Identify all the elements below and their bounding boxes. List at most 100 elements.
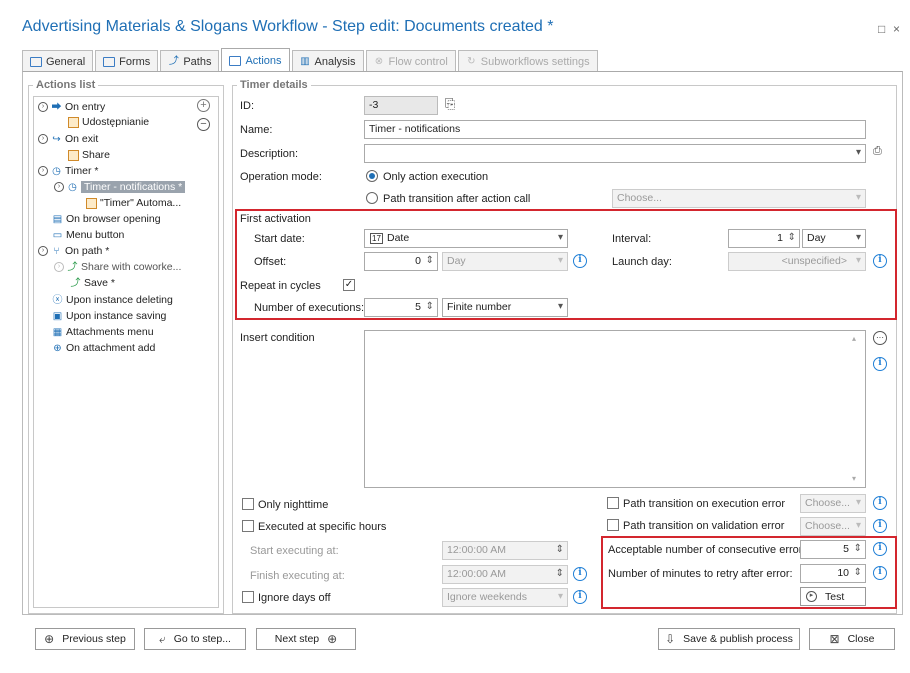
next-step-button[interactable]: Next step ⊕ (256, 628, 356, 650)
scroll-down-icon[interactable]: ▾ (852, 474, 856, 483)
tree-item-save[interactable]: ⤴ Save * (70, 277, 115, 289)
maximize-button[interactable]: □ (878, 22, 885, 36)
path-exec-error-checkbox[interactable] (607, 497, 619, 509)
previous-step-button[interactable]: ⊕ Previous step (35, 628, 135, 650)
mode-only-action-radio[interactable] (366, 170, 378, 182)
translate-icon[interactable]: ⎙ (873, 145, 882, 158)
retry-minutes-info-icon[interactable]: i (873, 566, 887, 580)
interval-input[interactable]: 1 (728, 229, 800, 248)
tree-item-on-path[interactable]: › ⑂ On path * (38, 245, 109, 257)
action-icon (86, 197, 97, 209)
tree-item-share-with-coworkers[interactable]: › ⤴ Share with coworke... (54, 261, 181, 273)
goto-icon: ⤶ (159, 631, 166, 646)
tab-paths[interactable]: ⤴ Paths (160, 50, 220, 72)
specific-hours-label: Executed at specific hours (258, 521, 387, 533)
tree-item-on-entry[interactable]: › ⮕ On entry (38, 101, 105, 113)
name-field[interactable]: Timer - notifications (364, 120, 866, 139)
tree-item-on-browser-opening[interactable]: ▤ On browser opening (52, 213, 161, 225)
tab-flow-control[interactable]: ⊗ Flow control (365, 50, 456, 72)
retry-minutes-input[interactable]: 10 (800, 564, 866, 583)
scroll-up-icon[interactable]: ▴ (852, 334, 856, 343)
condition-info-icon[interactable]: i (873, 357, 887, 371)
test-button[interactable]: ▸ Test (800, 587, 866, 606)
tree-item-attachments-menu[interactable]: ▦ Attachments menu (52, 326, 154, 338)
add-action-button[interactable]: + (197, 99, 210, 112)
ignore-days-off-checkbox[interactable] (242, 591, 254, 603)
actions-tree: › ⮕ On entry Udostępnianie › ↪ On exit Share… (33, 96, 219, 608)
path-validation-error-label: Path transition on validation error (623, 520, 785, 532)
tab-forms[interactable]: Forms (95, 50, 159, 72)
copy-id-icon[interactable]: ⎘ (445, 96, 455, 112)
validation-error-info-icon[interactable]: i (873, 519, 887, 533)
finish-executing-input[interactable]: 12:00:00 AM (442, 565, 568, 584)
start-executing-input[interactable]: 12:00:00 AM (442, 541, 568, 560)
actions-icon (229, 55, 242, 66)
operation-mode-label: Operation mode: (240, 171, 322, 183)
offset-info-icon[interactable]: i (573, 254, 587, 268)
finish-executing-label: Finish executing at: (250, 570, 345, 582)
mode-path-transition-radio[interactable] (366, 192, 378, 204)
tree-item-upon-instance-saving[interactable]: ▣ Upon instance saving (52, 310, 167, 322)
start-date-select[interactable]: 17 Date (364, 229, 568, 248)
id-field: -3 (364, 96, 438, 115)
previous-icon: ⊕ (44, 632, 55, 646)
description-field[interactable] (364, 144, 866, 163)
start-executing-label: Start executing at: (250, 545, 339, 557)
ignore-days-off-label: Ignore days off (258, 592, 331, 604)
path-validation-error-checkbox[interactable] (607, 519, 619, 531)
hours-info-icon[interactable]: i (573, 567, 587, 581)
go-to-step-button[interactable]: ⤶ Go to step... (144, 628, 246, 650)
mode-path-transition-label: Path transition after action call (383, 193, 531, 205)
tree-item-timer[interactable]: › ◷ Timer * (38, 165, 98, 177)
close-window-button[interactable]: × (893, 22, 900, 36)
action-icon (68, 116, 79, 128)
tree-item-udostepnianie[interactable]: Udostępnianie (68, 116, 149, 128)
ignore-weekends-select[interactable]: Ignore weekends (442, 588, 568, 607)
tab-general[interactable]: General (22, 50, 94, 72)
attachment-add-icon: ⊕ (53, 342, 62, 354)
close-button[interactable]: ⊠ Close (809, 628, 895, 650)
only-nighttime-checkbox[interactable] (242, 498, 254, 510)
more-options-icon[interactable]: ··· (873, 331, 887, 345)
tree-item-timer-notifications[interactable]: › ◷ Timer - notifications * (54, 181, 186, 193)
tree-item-on-exit[interactable]: › ↪ On exit (38, 133, 98, 145)
days-off-info-icon[interactable]: i (573, 590, 587, 604)
exit-icon: ↪ (52, 133, 61, 145)
launch-day-info-icon[interactable]: i (873, 254, 887, 268)
mode-only-action-label: Only action execution (383, 171, 489, 183)
play-icon: ▸ (806, 591, 817, 602)
analysis-icon: ▥ (300, 56, 310, 67)
retry-minutes-label: Number of minutes to retry after error: (608, 568, 793, 580)
acceptable-errors-info-icon[interactable]: i (873, 542, 887, 556)
path-validation-error-select[interactable]: Choose... (800, 517, 866, 536)
tree-item-menu-button[interactable]: ▭ Menu button (52, 229, 125, 241)
exec-error-info-icon[interactable]: i (873, 496, 887, 510)
remove-action-button[interactable]: − (197, 118, 210, 131)
condition-editor[interactable] (364, 330, 866, 488)
num-executions-mode-select[interactable]: Finite number (442, 298, 568, 317)
interval-unit-select[interactable]: Day (802, 229, 866, 248)
mode-path-select[interactable]: Choose... (612, 189, 866, 208)
id-label: ID: (240, 100, 255, 112)
collapse-icon: › (54, 182, 64, 192)
tab-subworkflows-settings[interactable]: ↻ Subworkflows settings (457, 50, 598, 72)
num-executions-input[interactable]: 5 (364, 298, 438, 317)
offset-unit-select[interactable]: Day (442, 252, 568, 271)
path-exec-error-select[interactable]: Choose... (800, 494, 866, 513)
specific-hours-checkbox[interactable] (242, 520, 254, 532)
offset-label: Offset: (254, 256, 287, 268)
tree-item-timer-automation[interactable]: "Timer" Automa... (86, 197, 181, 209)
path-exec-error-label: Path transition on execution error (623, 498, 786, 510)
launch-day-select[interactable]: <unspecified> (728, 252, 866, 271)
tree-item-upon-instance-deleting[interactable]: ⓧ Upon instance deleting (52, 294, 173, 306)
tab-actions[interactable]: Actions (221, 48, 290, 72)
collapse-icon: › (38, 166, 48, 176)
save-publish-button[interactable]: ⇩ Save & publish process (658, 628, 800, 650)
acceptable-errors-input[interactable]: 5 (800, 540, 866, 559)
offset-input[interactable]: 0 (364, 252, 438, 271)
repeat-cycles-checkbox[interactable]: ✓ (343, 279, 355, 291)
path-icon: ⑂ (53, 245, 60, 257)
tree-item-on-attachment-add[interactable]: ⊕ On attachment add (52, 342, 155, 354)
tab-analysis[interactable]: ▥ Analysis (291, 50, 364, 72)
tree-item-share[interactable]: Share (68, 149, 110, 161)
